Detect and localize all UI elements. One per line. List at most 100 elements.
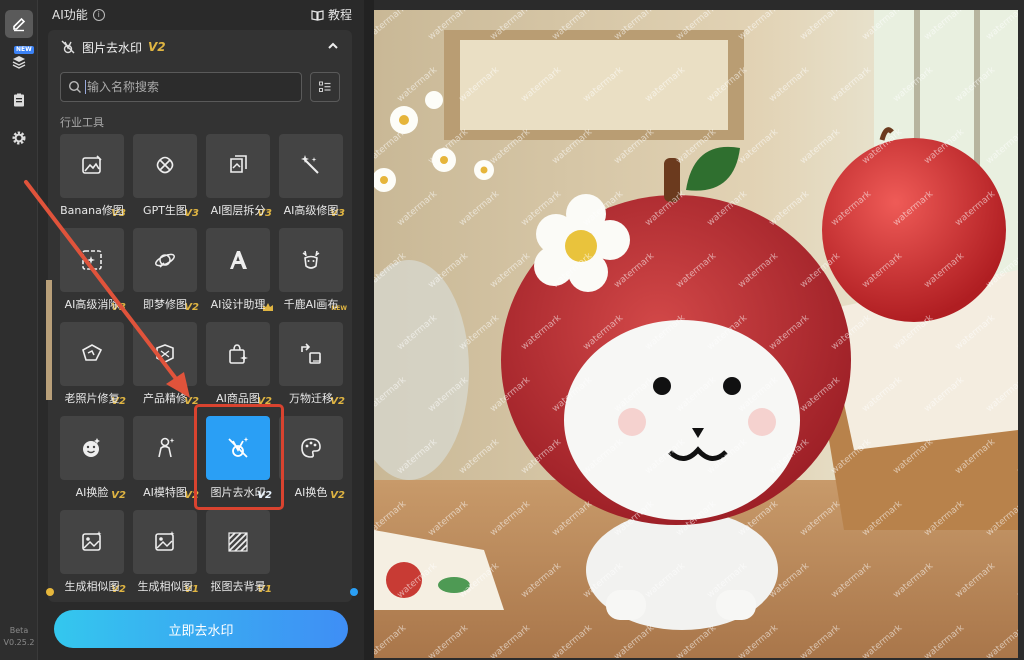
tile-label: Banana修图 [60, 204, 124, 217]
tile-layer-split[interactable]: V3 AI图层拆分 [206, 134, 278, 222]
new-badge: NEW [14, 46, 34, 54]
brush-tool-button[interactable] [5, 10, 33, 38]
tile-similar-image-v2[interactable]: V2 生成相似图 [60, 510, 132, 598]
tile-design-assistant[interactable]: AI设计助理 [206, 228, 278, 316]
palette-icon [301, 438, 321, 458]
tile-label: 抠图去背景 [210, 580, 266, 593]
tile-banana-retouch[interactable]: V3 Banana修图 [60, 134, 132, 222]
product-retouch-icon [156, 344, 174, 363]
gear-icon [12, 131, 26, 145]
tile-box [60, 322, 124, 386]
tile-ai-product-image[interactable]: V2 AI商品图 [206, 322, 278, 410]
tile-box [279, 134, 343, 198]
text-caret [85, 80, 86, 94]
tile-label: AI换脸 [75, 486, 109, 499]
tile-label: 即梦修图 [143, 298, 187, 311]
tile-box [60, 510, 124, 574]
settings-button[interactable] [5, 124, 33, 152]
tile-box [279, 416, 343, 480]
tool-version: V2 [148, 40, 166, 54]
status-dot [46, 588, 54, 596]
photo-repair-icon [82, 344, 103, 361]
model-icon [158, 437, 175, 458]
search-field[interactable] [60, 72, 302, 102]
search-input[interactable] [87, 80, 287, 94]
similar-image-icon [82, 531, 102, 551]
tile-label: AI模特图 [143, 486, 187, 499]
tile-ai-canvas[interactable]: NEW 千鹿AI画布 [279, 228, 351, 316]
list-view-button[interactable] [310, 72, 340, 102]
tile-box [60, 416, 124, 480]
tile-label: AI高级修图 [283, 204, 339, 217]
cutout-icon [228, 532, 248, 552]
tile-label: 产品精修 [143, 392, 187, 405]
tile-advanced-retouch[interactable]: V3 AI高级修图 [279, 134, 351, 222]
eraser-frame-icon [82, 250, 102, 270]
info-icon[interactable]: i [92, 8, 105, 21]
layers-icon [12, 56, 26, 69]
tile-advanced-erase[interactable]: V3 AI高级消除 [60, 228, 132, 316]
tool-card: 图片去水印 V2 行业工具 V3 Banana修图 [48, 30, 352, 602]
tile-label: AI图层拆分 [210, 204, 266, 217]
panel-title: AI功能 [52, 8, 88, 22]
tile-box [133, 134, 197, 198]
tile-box [133, 510, 197, 574]
tile-box [60, 134, 124, 198]
shopping-bag-icon [229, 344, 248, 364]
tile-label: AI换色 [294, 486, 328, 499]
tile-box [206, 134, 270, 198]
tile-label: 千鹿AI画布 [283, 298, 339, 311]
transfer-icon [301, 343, 321, 364]
tile-similar-image-v1[interactable]: V1 生成相似图 [133, 510, 205, 598]
tile-box [133, 322, 197, 386]
image-canvas[interactable]: watermark watermark watermark watermark wate… [374, 10, 1018, 658]
tool-card-header[interactable]: 图片去水印 V2 [48, 30, 352, 64]
image-edit-icon [82, 155, 102, 174]
tile-box [60, 228, 124, 292]
tile-box [206, 228, 270, 292]
tile-face-swap[interactable]: V2 AI换脸 [60, 416, 132, 504]
watermark-remove-icon [61, 40, 75, 54]
tile-box [279, 228, 343, 292]
search-icon [68, 80, 81, 93]
tile-photo-repair[interactable]: V2 老照片修复 [60, 322, 132, 410]
canvas-image: watermark watermark watermark watermark wate… [374, 10, 1018, 658]
book-icon [311, 9, 324, 21]
panel-header: AI功能 i [52, 6, 105, 23]
tool-title: 图片去水印 [82, 40, 143, 55]
tile-ai-recolor[interactable]: V2 AI换色 [279, 416, 351, 504]
clipboard-icon [14, 93, 24, 107]
document-button[interactable] [5, 86, 33, 114]
left-rail: NEW Beta V0.25.2 [0, 0, 38, 660]
layer-split-icon [230, 155, 247, 173]
tile-label: AI高级消除 [64, 298, 120, 311]
tile-object-transfer[interactable]: V2 万物迁移 [279, 322, 351, 410]
similar-image-icon [155, 531, 175, 551]
tile-box [279, 322, 343, 386]
status-dot-blue [350, 588, 358, 596]
tutorial-link[interactable]: 教程 [311, 6, 352, 23]
letter-a-icon [230, 251, 247, 269]
tile-jimeng-retouch[interactable]: V2 即梦修图 [133, 228, 205, 316]
tile-cutout-background[interactable]: V1 抠图去背景 [206, 510, 278, 598]
tutorial-label: 教程 [327, 8, 352, 22]
collapsed-thumbnail [46, 280, 52, 400]
tile-label: GPT生图 [143, 204, 187, 217]
panel-divider[interactable] [364, 0, 374, 660]
tile-box [206, 510, 270, 574]
tile-box [206, 322, 270, 386]
tile-label: AI设计助理 [210, 298, 266, 311]
chevron-up-icon[interactable] [326, 39, 340, 53]
knot-icon [156, 156, 174, 174]
pencil-icon [13, 17, 26, 32]
tile-box [133, 228, 197, 292]
tile-product-retouch[interactable]: V2 产品精修 [133, 322, 205, 410]
list-icon [319, 81, 331, 92]
highlight-box [194, 404, 284, 510]
tile-label: 生成相似图 [64, 580, 120, 593]
remove-watermark-button[interactable]: 立即去水印 [54, 610, 348, 648]
ai-panel: AI功能 i 教程 图片去水印 V2 行业工具 [38, 0, 364, 660]
tile-box [133, 416, 197, 480]
tile-gpt-image[interactable]: V3 GPT生图 [133, 134, 205, 222]
version-beta: Beta [9, 626, 29, 635]
